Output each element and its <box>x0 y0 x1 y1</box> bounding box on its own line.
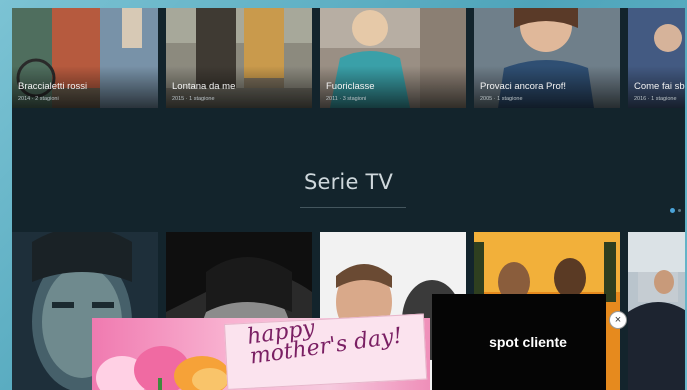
show-meta: 2014 · 2 stagioni <box>18 96 59 102</box>
tulip-illustration <box>96 346 230 390</box>
carousel-top-row: Braccialetti rossi 2014 · 2 stagioni Lon… <box>12 8 685 108</box>
show-meta: 2005 · 1 stagione <box>480 96 523 102</box>
show-title: Lontana da me <box>172 81 236 92</box>
close-ad-button[interactable]: × <box>609 311 627 329</box>
show-meta: 2015 · 1 stagione <box>172 96 215 102</box>
pager-dot-active[interactable] <box>670 208 675 213</box>
show-title: Fuoriclasse <box>326 81 375 92</box>
show-meta: 2011 · 3 stagioni <box>326 96 367 102</box>
spot-label: spot cliente <box>489 334 567 350</box>
show-title: Braccialetti rossi <box>18 81 88 92</box>
show-title: Come fai sb <box>634 81 685 92</box>
show-card-lontana-da-me[interactable]: Lontana da me 2015 · 1 stagione <box>166 8 312 108</box>
show-title: Provaci ancora Prof! <box>480 81 567 92</box>
series-thumbnail <box>628 232 685 390</box>
close-icon: × <box>614 313 622 326</box>
show-meta: 2016 · 1 stagione <box>634 96 677 102</box>
series-card-5[interactable] <box>628 232 685 390</box>
show-card-fuoriclasse[interactable]: Fuoriclasse 2011 · 3 stagioni <box>320 8 466 108</box>
pager-dot[interactable] <box>678 209 681 212</box>
show-card-provaci-ancora-prof[interactable]: Provaci ancora Prof! 2005 · 1 stagione <box>474 8 620 108</box>
section-divider <box>300 207 406 208</box>
section-title: Serie TV <box>303 170 394 194</box>
show-card-braccialetti-rossi[interactable]: Braccialetti rossi 2014 · 2 stagioni <box>12 8 158 108</box>
show-card-come-fai-sb[interactable]: Come fai sb 2016 · 1 stagione <box>628 8 685 108</box>
